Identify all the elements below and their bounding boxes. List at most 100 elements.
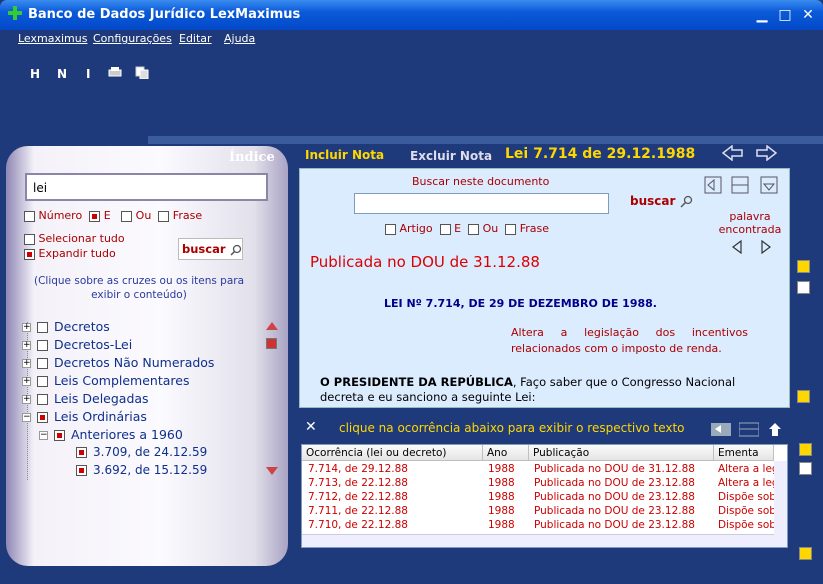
list-view-split-icon[interactable] bbox=[739, 422, 759, 437]
doc-scroll-thumb[interactable] bbox=[797, 281, 810, 294]
tree-checkbox[interactable] bbox=[37, 376, 48, 387]
e-checkbox[interactable] bbox=[89, 210, 101, 222]
tree-checkbox[interactable] bbox=[37, 394, 48, 405]
tree-checkbox[interactable] bbox=[76, 465, 87, 476]
tree-checkbox[interactable] bbox=[37, 412, 48, 423]
list-scroll-thumb[interactable] bbox=[799, 462, 812, 475]
tree-item-anteriores-1960[interactable]: − Anteriores a 1960 bbox=[39, 427, 183, 445]
table-cell[interactable]: 7.711, de 22.12.88 bbox=[308, 504, 478, 518]
tree-label: Anteriores a 1960 bbox=[71, 427, 183, 442]
table-cell[interactable]: 7.710, de 22.12.88 bbox=[308, 518, 478, 532]
tree-checkbox[interactable] bbox=[37, 340, 48, 351]
tree-scroll-thumb[interactable] bbox=[266, 338, 277, 349]
table-cell[interactable]: 1988 bbox=[488, 476, 528, 490]
document-buscar-button[interactable]: buscar bbox=[630, 194, 693, 208]
menu-lexmaximus[interactable]: Lexmaximus bbox=[18, 32, 87, 45]
ou-checkbox[interactable] bbox=[121, 210, 133, 222]
table-cell[interactable]: 1988 bbox=[488, 462, 528, 476]
close-list-icon[interactable]: ✕ bbox=[305, 419, 317, 435]
tree-item-decretos-lei[interactable]: + Decretos-Lei bbox=[22, 337, 132, 355]
list-view-up-icon[interactable] bbox=[767, 422, 783, 437]
column-header-ocorrencia[interactable]: Ocorrência (lei ou decreto) bbox=[302, 445, 483, 461]
column-header-ano[interactable]: Ano bbox=[483, 445, 529, 461]
column-header-publicacao[interactable]: Publicação bbox=[529, 445, 714, 461]
index-search-input[interactable]: lei bbox=[25, 173, 268, 201]
incluir-nota-button[interactable]: Incluir Nota bbox=[305, 148, 384, 162]
select-all-checkbox[interactable] bbox=[24, 233, 35, 245]
table-cell[interactable]: Publicada no DOU de 23.12.88 bbox=[534, 504, 710, 518]
table-cell[interactable]: Dispõe sobr bbox=[718, 490, 774, 504]
print-icon[interactable] bbox=[108, 66, 122, 79]
frase-checkbox[interactable] bbox=[158, 210, 170, 222]
frase-checkbox[interactable] bbox=[505, 223, 517, 235]
tree-scroll-down-icon[interactable] bbox=[265, 466, 279, 476]
expand-icon[interactable]: + bbox=[22, 395, 31, 404]
menu-configuracoes[interactable]: Configurações bbox=[93, 32, 172, 45]
collapse-icon[interactable]: − bbox=[39, 431, 48, 440]
table-hscrollbar[interactable] bbox=[302, 534, 774, 547]
tree-item-leis-complementares[interactable]: + Leis Complementares bbox=[22, 373, 189, 391]
tree-item-decretos-nao-numerados[interactable]: + Decretos Não Numerados bbox=[22, 355, 214, 373]
menu-editar[interactable]: Editar bbox=[179, 32, 212, 45]
table-cell[interactable]: Publicada no DOU de 23.12.88 bbox=[534, 490, 710, 504]
next-document-icon[interactable] bbox=[755, 145, 777, 161]
ou-checkbox[interactable] bbox=[468, 223, 480, 235]
minimize-button[interactable]: ▁ bbox=[752, 5, 772, 25]
index-buscar-button[interactable]: buscar bbox=[178, 238, 243, 260]
previous-match-icon[interactable] bbox=[731, 240, 743, 254]
next-match-icon[interactable] bbox=[760, 240, 772, 254]
table-cell[interactable]: Altera a leg bbox=[718, 462, 774, 476]
table-cell[interactable]: 1988 bbox=[488, 518, 528, 532]
toolbar-i-button[interactable]: I bbox=[86, 67, 90, 81]
list-view-left-icon[interactable] bbox=[711, 422, 731, 437]
tree-checkbox[interactable] bbox=[37, 322, 48, 333]
column-header-ementa[interactable]: Ementa bbox=[714, 445, 774, 461]
table-cell[interactable]: Publicada no DOU de 23.12.88 bbox=[534, 518, 710, 532]
table-cell[interactable]: 1988 bbox=[488, 504, 528, 518]
view-left-icon[interactable] bbox=[704, 176, 722, 194]
doc-scroll-up-button[interactable] bbox=[797, 260, 810, 273]
copy-icon[interactable] bbox=[135, 66, 149, 79]
menu-ajuda[interactable]: Ajuda bbox=[224, 32, 255, 45]
table-cell[interactable]: 7.712, de 22.12.88 bbox=[308, 490, 478, 504]
numero-checkbox[interactable] bbox=[24, 210, 35, 222]
previous-document-icon[interactable] bbox=[722, 145, 744, 161]
tree-scroll-up-icon[interactable] bbox=[265, 321, 279, 331]
maximize-button[interactable]: □ bbox=[775, 5, 795, 25]
document-search-input[interactable] bbox=[354, 193, 609, 214]
expand-icon[interactable]: + bbox=[22, 341, 31, 350]
tree-item-3692[interactable]: 3.692, de 15.12.59 bbox=[70, 463, 207, 481]
list-scroll-down-button[interactable] bbox=[799, 547, 812, 560]
e-checkbox[interactable] bbox=[439, 223, 451, 235]
table-cell[interactable]: 7.713, de 22.12.88 bbox=[308, 476, 478, 490]
view-split-icon[interactable] bbox=[731, 176, 749, 194]
table-cell[interactable]: 1988 bbox=[488, 490, 528, 504]
table-cell[interactable]: Altera a leg bbox=[718, 476, 774, 490]
list-scroll-up-button[interactable] bbox=[799, 443, 812, 456]
table-vscrollbar[interactable] bbox=[774, 461, 787, 547]
expand-all-checkbox[interactable] bbox=[24, 248, 35, 260]
table-cell[interactable]: Dispõe sobr bbox=[718, 518, 774, 532]
table-cell[interactable]: Publicada no DOU de 31.12.88 bbox=[534, 462, 710, 476]
artigo-checkbox[interactable] bbox=[385, 223, 396, 235]
tree-item-leis-ordinarias[interactable]: − Leis Ordinárias bbox=[22, 409, 147, 427]
expand-icon[interactable]: + bbox=[22, 323, 31, 332]
table-cell[interactable]: 7.714, de 29.12.88 bbox=[308, 462, 478, 476]
tree-item-leis-delegadas[interactable]: + Leis Delegadas bbox=[22, 391, 149, 409]
table-cell[interactable]: Dispõe sobr bbox=[718, 504, 774, 518]
expand-icon[interactable]: + bbox=[22, 377, 31, 386]
close-button[interactable]: ✕ bbox=[798, 5, 818, 25]
tree-item-decretos[interactable]: + Decretos bbox=[22, 319, 110, 337]
tree-checkbox[interactable] bbox=[54, 430, 65, 441]
toolbar-n-button[interactable]: N bbox=[57, 67, 67, 81]
table-cell[interactable]: Publicada no DOU de 23.12.88 bbox=[534, 476, 710, 490]
tree-checkbox[interactable] bbox=[37, 358, 48, 369]
tree-checkbox[interactable] bbox=[76, 447, 87, 458]
excluir-nota-button[interactable]: Excluir Nota bbox=[410, 149, 492, 163]
doc-scroll-down-button[interactable] bbox=[797, 390, 810, 403]
collapse-icon[interactable]: − bbox=[22, 413, 31, 422]
view-down-icon[interactable] bbox=[760, 176, 778, 194]
expand-icon[interactable]: + bbox=[22, 359, 31, 368]
toolbar-h-button[interactable]: H bbox=[30, 67, 40, 81]
tree-item-3709[interactable]: 3.709, de 24.12.59 bbox=[70, 445, 207, 463]
